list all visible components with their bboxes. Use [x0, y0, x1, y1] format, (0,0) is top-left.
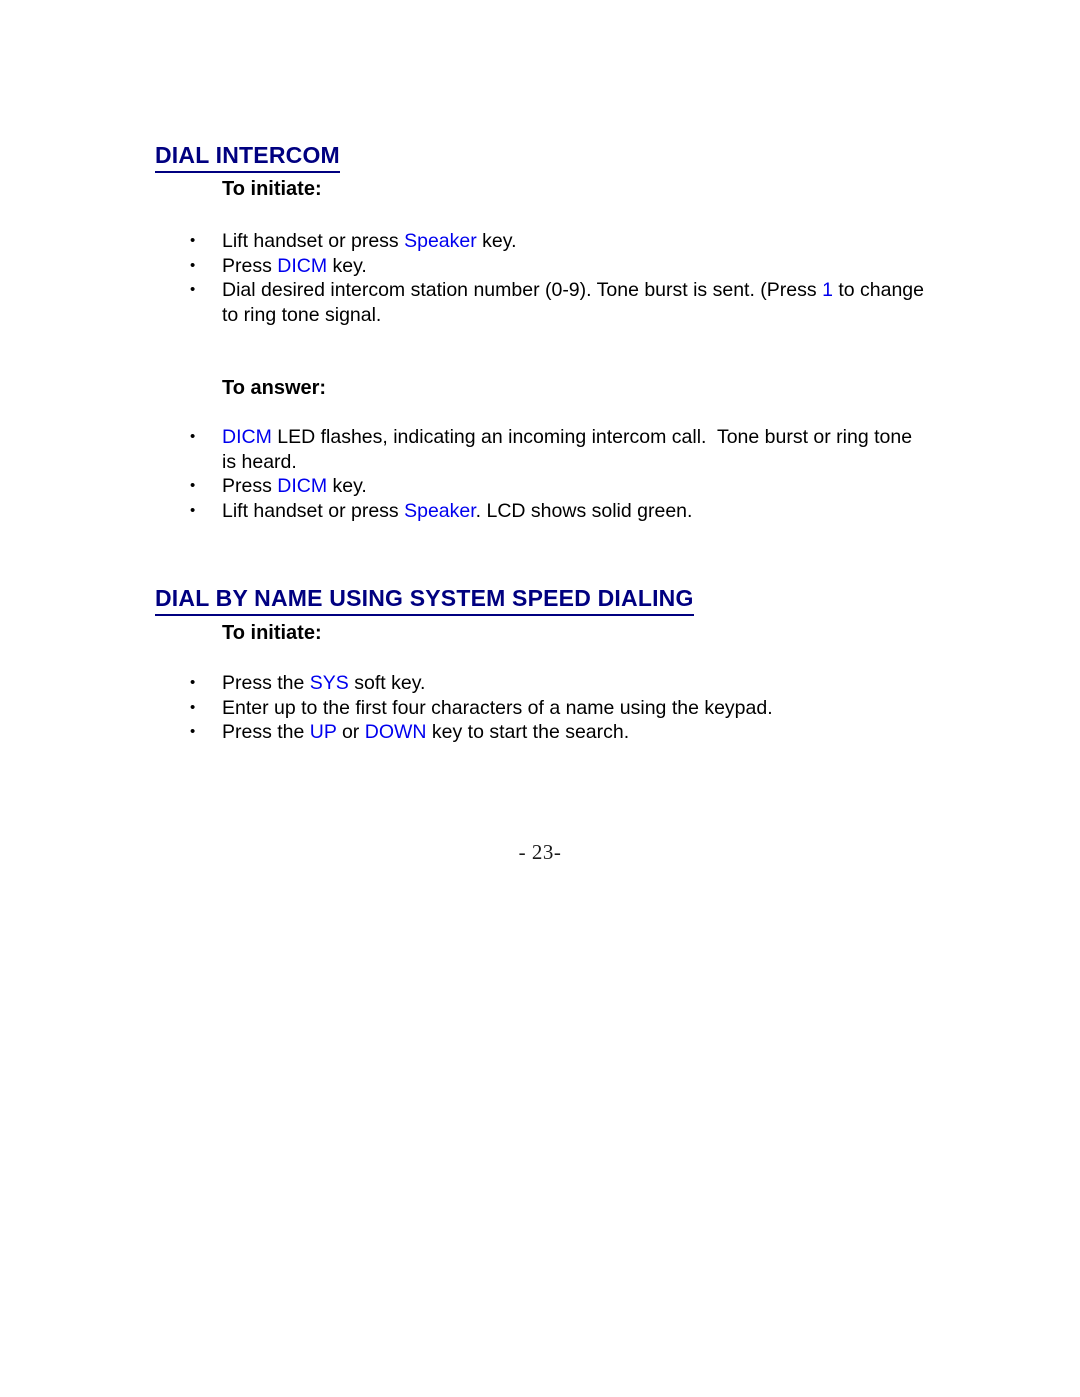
- sub-heading-to-answer-intercom: To answer:: [222, 377, 327, 399]
- key-name-highlight: 1: [822, 279, 833, 301]
- bullet-item: • Lift handset or press Speaker key.: [185, 229, 925, 254]
- body-text-run: Lift handset or press: [222, 230, 405, 252]
- key-name-highlight: DICM: [222, 426, 272, 448]
- bullet-item: • Press the UP or DOWN key to start the s…: [185, 720, 925, 745]
- body-text-run: soft key.: [348, 672, 426, 694]
- body-text-run: key.: [327, 475, 367, 497]
- bullet-item-text: Press the SYS soft key.: [222, 671, 925, 696]
- bullet-item-text: Lift handset or press Speaker. LCD shows…: [222, 499, 925, 524]
- body-text-run: Dial desired intercom station number (0-…: [222, 279, 823, 301]
- body-text-run: Press the: [222, 672, 310, 694]
- body-text-run: Press: [222, 254, 278, 277]
- body-text-run: Lift handset or press: [222, 499, 405, 522]
- key-name-highlight: SYS: [309, 672, 349, 694]
- bullet-item: • Lift handset or press Speaker. LCD show…: [185, 499, 925, 524]
- document-page: DIAL INTERCOM To initiate: • Lift handset…: [0, 0, 1080, 1397]
- key-name-highlight: Speaker: [404, 230, 477, 252]
- bullet-item: • Dial desired intercom station number (0…: [185, 278, 925, 327]
- bullet-item-text: Press DICM key.: [222, 254, 925, 279]
- bullet-point-icon: •: [190, 232, 196, 249]
- bullet-item-text: Enter up to the first four characters of…: [222, 696, 925, 721]
- bullet-item: • DICM LED flashes, indicating an incomin…: [185, 425, 925, 474]
- body-text-run: or: [336, 721, 365, 743]
- bullet-item-text: Press the UP or DOWN key to start the se…: [222, 720, 925, 745]
- bullet-item: • Press DICM key.: [185, 254, 925, 279]
- bullet-item: • Enter up to the first four characters o…: [185, 696, 925, 721]
- key-name-highlight: UP: [309, 721, 337, 743]
- bullet-point-icon: •: [190, 674, 196, 691]
- bullet-point-icon: •: [190, 256, 196, 274]
- section-heading-text: DIAL INTERCOM: [155, 143, 340, 173]
- bullet-point-icon: •: [190, 428, 196, 445]
- sub-heading-to-initiate-intercom: To initiate:: [222, 178, 322, 200]
- body-text-run: key.: [476, 230, 517, 252]
- body-text-run: key.: [327, 254, 367, 277]
- key-name-highlight: DICM: [277, 254, 328, 277]
- bullet-item-text: Dial desired intercom station number (0-…: [222, 278, 925, 327]
- key-name-highlight: DICM: [277, 475, 328, 497]
- bullet-item: • Press DICM key.: [185, 474, 925, 499]
- body-text-run: . LCD shows solid green.: [475, 499, 693, 522]
- bullet-item-text: Lift handset or press Speaker key.: [222, 229, 925, 254]
- body-text-run: Press: [222, 475, 278, 497]
- section-heading-text: DIAL BY NAME USING SYSTEM SPEED DIALING: [155, 586, 694, 616]
- body-text-run: key to start the search.: [426, 721, 630, 743]
- bullet-item-text: DICM LED flashes, indicating an incoming…: [222, 425, 925, 474]
- bullet-item-text: Press DICM key.: [222, 474, 925, 499]
- sub-heading-to-initiate-dial-by-name: To initiate:: [222, 622, 322, 644]
- bullet-point-icon: •: [190, 723, 196, 740]
- bullet-point-icon: •: [190, 501, 196, 519]
- page-number: - 23-: [518, 840, 562, 864]
- section-heading-dial-intercom: DIAL INTERCOM: [155, 143, 340, 173]
- section-heading-dial-by-name: DIAL BY NAME USING SYSTEM SPEED DIALING: [155, 586, 694, 616]
- key-name-highlight: DOWN: [364, 721, 427, 743]
- bullet-point-icon: •: [190, 281, 196, 298]
- bullet-list-dial-by-name-initiate: • Press the SYS soft key. • Enter up to the…: [185, 671, 925, 745]
- bullet-point-icon: •: [190, 698, 196, 716]
- body-text-run: Enter up to the first four characters of…: [222, 696, 773, 719]
- key-name-highlight: Speaker: [404, 499, 476, 522]
- bullet-item: • Press the SYS soft key.: [185, 671, 925, 696]
- bullet-point-icon: •: [190, 477, 196, 494]
- bullet-list-intercom-initiate: • Lift handset or press Speaker key. • Pres…: [185, 229, 925, 327]
- body-text-run: Press the: [222, 721, 310, 743]
- bullet-list-intercom-answer: • DICM LED flashes, indicating an incomin…: [185, 425, 925, 523]
- body-text-run: LED flashes, indicating an incoming inte…: [222, 426, 918, 473]
